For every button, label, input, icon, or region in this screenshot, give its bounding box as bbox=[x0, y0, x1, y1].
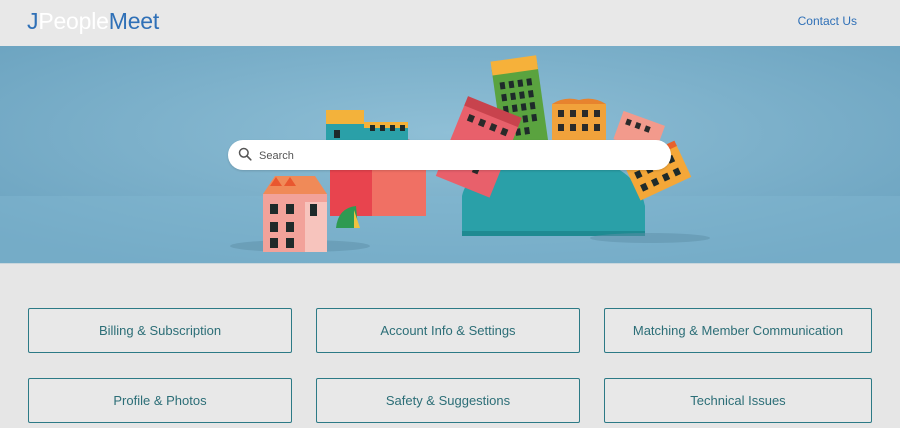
hero-banner bbox=[0, 46, 900, 264]
jpeoplemeet-logo[interactable]: JPeopleMeet bbox=[27, 7, 159, 35]
category-safety-suggestions[interactable]: Safety & Suggestions bbox=[316, 378, 580, 423]
category-matching-member-communication[interactable]: Matching & Member Communication bbox=[604, 308, 872, 353]
category-profile-photos[interactable]: Profile & Photos bbox=[28, 378, 292, 423]
contact-us-link[interactable]: Contact Us bbox=[798, 14, 857, 28]
category-billing-subscription[interactable]: Billing & Subscription bbox=[28, 308, 292, 353]
site-header: JPeopleMeet Contact Us bbox=[0, 0, 900, 46]
search-bar[interactable] bbox=[228, 140, 671, 172]
search-input[interactable] bbox=[257, 140, 661, 172]
logo-people: People bbox=[38, 8, 109, 34]
category-account-info-settings[interactable]: Account Info & Settings bbox=[316, 308, 580, 353]
logo-meet: Meet bbox=[108, 8, 160, 34]
logo-j: J bbox=[27, 8, 39, 34]
category-technical-issues[interactable]: Technical Issues bbox=[604, 378, 872, 423]
